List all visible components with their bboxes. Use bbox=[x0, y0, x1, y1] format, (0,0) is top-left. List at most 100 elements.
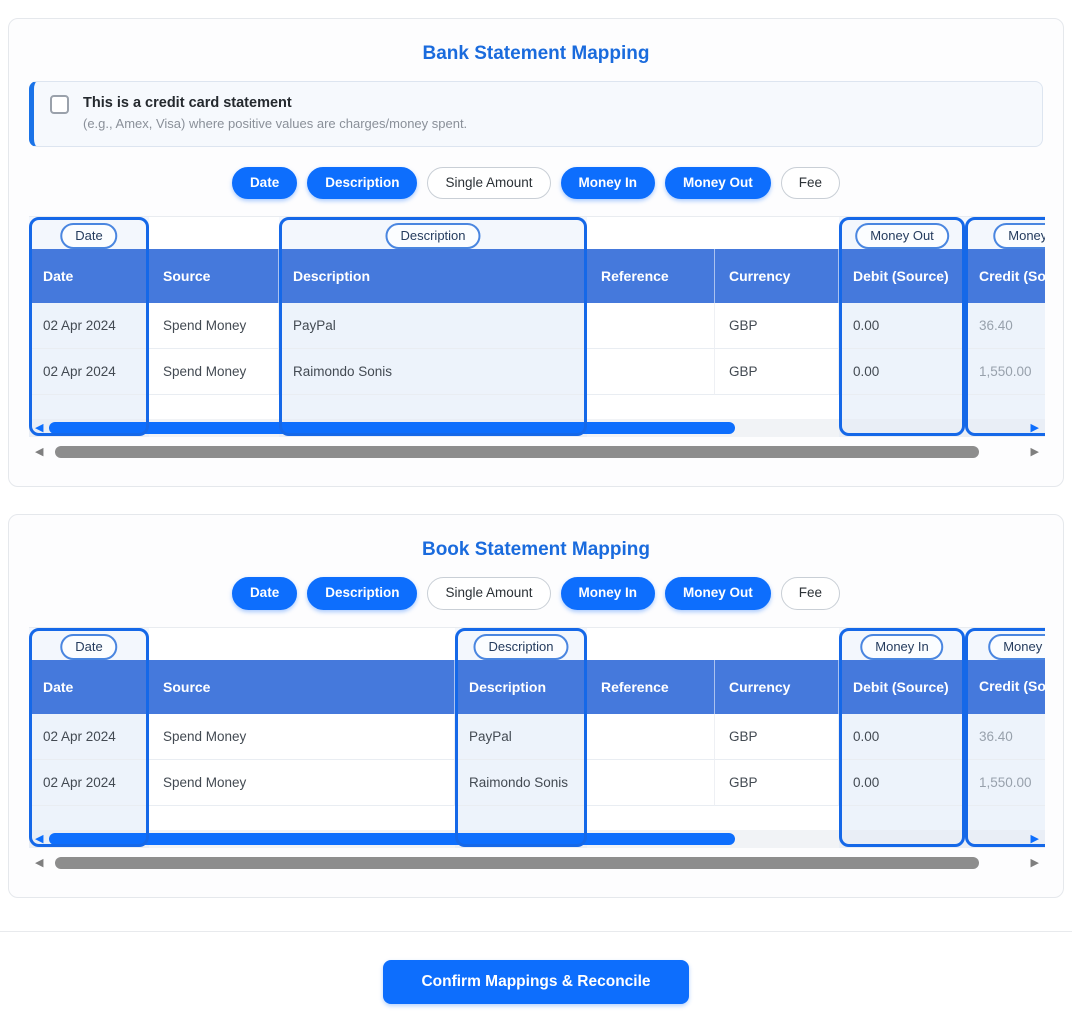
tag-description[interactable]: Description bbox=[307, 577, 417, 610]
tag-money-in[interactable]: Money In bbox=[561, 167, 656, 200]
table-cell: Raimondo Sonis bbox=[455, 760, 587, 806]
column-header: Currency bbox=[715, 660, 839, 714]
table-cell: GBP bbox=[715, 714, 839, 760]
table-cell: 1,550.00 bbox=[965, 349, 1045, 395]
column-spacer bbox=[965, 217, 1045, 249]
filler-cell bbox=[279, 395, 587, 419]
table-cell: PayPal bbox=[279, 303, 587, 349]
table-cell: 02 Apr 2024 bbox=[29, 714, 149, 760]
table-cell: 02 Apr 2024 bbox=[29, 303, 149, 349]
tag-date[interactable]: Date bbox=[232, 577, 297, 610]
tag-fee[interactable]: Fee bbox=[781, 167, 840, 200]
filler-cell bbox=[715, 395, 839, 419]
column-spacer bbox=[29, 628, 149, 660]
scroll-right-icon[interactable]: ▶ bbox=[1031, 419, 1039, 437]
statement-table: DateSourceDescriptionReferenceCurrencyDe… bbox=[29, 627, 1043, 877]
tag-money-out[interactable]: Money Out bbox=[665, 167, 771, 200]
scrollbar-thumb[interactable] bbox=[49, 833, 735, 845]
mapping-tags: Date Description Single Amount Money In Mone… bbox=[29, 167, 1043, 200]
column-header: Currency bbox=[715, 249, 839, 303]
credit-card-label: This is a credit card statement bbox=[83, 93, 1026, 114]
credit-card-notice: This is a credit card statement (e.g., A… bbox=[29, 81, 1043, 147]
filler-cell bbox=[587, 806, 715, 830]
table-cell: 36.40 bbox=[965, 714, 1045, 760]
column-header: Reference bbox=[587, 249, 715, 303]
filler-cell bbox=[149, 806, 455, 830]
statement-grid: DateSourceDescriptionReferenceCurrencyDe… bbox=[29, 217, 1045, 437]
credit-card-text: This is a credit card statement (e.g., A… bbox=[83, 93, 1026, 134]
table-cell: Spend Money bbox=[149, 760, 455, 806]
scroll-left-icon[interactable]: ◀ bbox=[35, 419, 43, 437]
column-header: Debit (Source) bbox=[839, 660, 965, 714]
filler-cell bbox=[839, 806, 965, 830]
table-cell: GBP bbox=[715, 303, 839, 349]
tag-single-amount[interactable]: Single Amount bbox=[427, 167, 550, 200]
tag-money-in[interactable]: Money In bbox=[561, 577, 656, 610]
credit-card-checkbox[interactable] bbox=[50, 95, 69, 114]
table-cell: 0.00 bbox=[839, 760, 965, 806]
column-header: Date bbox=[29, 660, 149, 714]
table-row: 02 Apr 2024Spend MoneyPayPalGBP0.0036.40 bbox=[29, 303, 1045, 349]
tag-date[interactable]: Date bbox=[232, 167, 297, 200]
filler-cell bbox=[587, 395, 715, 419]
table-cell: Spend Money bbox=[149, 349, 279, 395]
tag-money-out[interactable]: Money Out bbox=[665, 577, 771, 610]
table-cell: Raimondo Sonis bbox=[279, 349, 587, 395]
scroll-left-icon[interactable]: ◀ bbox=[35, 854, 43, 872]
column-spacer bbox=[587, 217, 715, 249]
column-header: Description bbox=[279, 249, 587, 303]
table-cell bbox=[587, 349, 715, 395]
tag-single-amount[interactable]: Single Amount bbox=[427, 577, 550, 610]
footer-actions: Confirm Mappings & Reconcile bbox=[0, 960, 1072, 1004]
column-spacer bbox=[149, 217, 279, 249]
column-header: Reference bbox=[587, 660, 715, 714]
outer-horizontal-scrollbar[interactable]: ◀ ▶ bbox=[29, 855, 1045, 871]
statement-table: DateSourceDescriptionReferenceCurrencyDe… bbox=[29, 216, 1043, 466]
scroll-left-icon[interactable]: ◀ bbox=[35, 443, 43, 461]
column-header: Description bbox=[455, 660, 587, 714]
table-row: 02 Apr 2024Spend MoneyRaimondo SonisGBP0… bbox=[29, 349, 1045, 395]
tag-fee[interactable]: Fee bbox=[781, 577, 840, 610]
statement-grid: DateSourceDescriptionReferenceCurrencyDe… bbox=[29, 628, 1045, 848]
outer-horizontal-scrollbar[interactable]: ◀ ▶ bbox=[29, 444, 1045, 460]
scrollbar-thumb[interactable] bbox=[55, 446, 979, 458]
column-spacer bbox=[279, 217, 587, 249]
scroll-right-icon[interactable]: ▶ bbox=[1031, 830, 1039, 848]
filler-cell bbox=[965, 395, 1045, 419]
table-viewport: DateSourceDescriptionReferenceCurrencyDe… bbox=[29, 216, 1045, 437]
column-spacer bbox=[715, 217, 839, 249]
filler-cell bbox=[29, 395, 149, 419]
table-cell: Spend Money bbox=[149, 303, 279, 349]
column-spacer bbox=[149, 628, 455, 660]
table-cell: 36.40 bbox=[965, 303, 1045, 349]
scrollbar-thumb[interactable] bbox=[49, 422, 735, 434]
section-divider bbox=[0, 931, 1072, 932]
column-header: Debit (Source) bbox=[839, 249, 965, 303]
tag-description[interactable]: Description bbox=[307, 167, 417, 200]
column-header: Credit (Source) bbox=[965, 249, 1045, 303]
table-cell: 0.00 bbox=[839, 349, 965, 395]
panels-container: Bank Statement Mapping This is a credit … bbox=[0, 18, 1072, 898]
scroll-left-icon[interactable]: ◀ bbox=[35, 830, 43, 848]
table-cell bbox=[587, 303, 715, 349]
column-spacer bbox=[965, 628, 1045, 660]
column-spacer bbox=[587, 628, 715, 660]
column-header: Source bbox=[149, 660, 455, 714]
column-spacer bbox=[839, 628, 965, 660]
column-header: Source bbox=[149, 249, 279, 303]
table-horizontal-scrollbar[interactable]: ◀ ▶ bbox=[29, 419, 1045, 437]
column-header: Date bbox=[29, 249, 149, 303]
confirm-mappings-button[interactable]: Confirm Mappings & Reconcile bbox=[383, 960, 688, 1004]
column-spacer bbox=[455, 628, 587, 660]
table-horizontal-scrollbar[interactable]: ◀ ▶ bbox=[29, 830, 1045, 848]
scrollbar-thumb[interactable] bbox=[55, 857, 979, 869]
table-cell: 0.00 bbox=[839, 714, 965, 760]
panel-title: Book Statement Mapping bbox=[29, 535, 1043, 561]
credit-card-description: (e.g., Amex, Visa) where positive values… bbox=[83, 114, 1026, 134]
table-cell bbox=[587, 714, 715, 760]
table-row: 02 Apr 2024Spend MoneyRaimondo SonisGBP0… bbox=[29, 760, 1045, 806]
filler-cell bbox=[965, 806, 1045, 830]
filler-cell bbox=[839, 395, 965, 419]
scroll-right-icon[interactable]: ▶ bbox=[1031, 854, 1039, 872]
scroll-right-icon[interactable]: ▶ bbox=[1031, 443, 1039, 461]
